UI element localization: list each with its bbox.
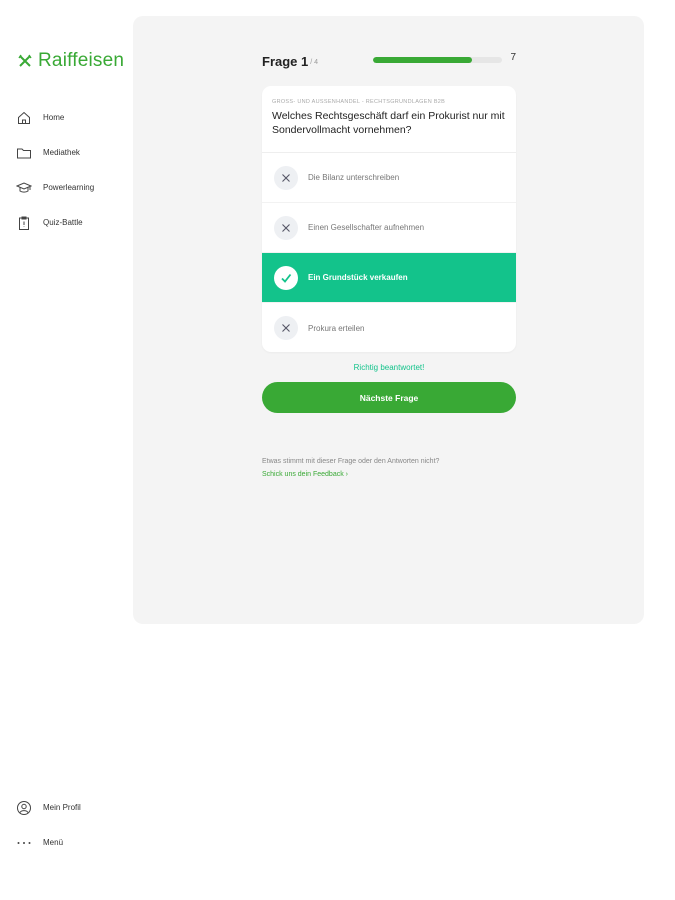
clipboard-icon xyxy=(19,216,29,230)
checkmark-icon xyxy=(274,265,298,290)
sidebar-item-label: Mediathek xyxy=(43,148,80,157)
x-icon xyxy=(274,215,298,240)
x-icon xyxy=(274,316,298,340)
sidebar-item-label: Powerlearning xyxy=(43,183,95,192)
graduation-cap-icon xyxy=(16,181,32,193)
home-icon xyxy=(18,111,30,124)
sidebar-item-profile[interactable]: Mein Profil xyxy=(16,790,81,825)
sidebar-item-powerlearning[interactable]: Powerlearning xyxy=(16,170,94,205)
sidebar-nav: Home Mediathek Powerlearning Quiz-Battle xyxy=(16,100,94,240)
answer-option[interactable]: Einen Gesellschafter aufnehmen xyxy=(262,203,516,253)
question-category: Gross- und Aussenhandel - Rechtsgrundlag… xyxy=(272,99,446,105)
sidebar-item-label: Quiz-Battle xyxy=(43,218,83,227)
sidebar-item-label: Home xyxy=(43,113,65,122)
question-counter: Frage 1 xyxy=(262,53,309,69)
more-dots-icon xyxy=(17,841,31,844)
sidebar-item-home[interactable]: Home xyxy=(16,100,94,135)
question-header: Gross- und Aussenhandel - Rechtsgrundlag… xyxy=(262,86,516,153)
answer-text: Einen Gesellschafter aufnehmen xyxy=(308,223,425,232)
score-value: 7 xyxy=(510,52,516,63)
quiz-panel: Frage 1 / 4 7 Gross- und Aussenhandel - … xyxy=(133,16,644,624)
sidebar-item-label: Menü xyxy=(43,838,64,847)
raiffeisen-logo-icon xyxy=(18,54,32,68)
sidebar-item-mediathek[interactable]: Mediathek xyxy=(16,135,94,170)
sidebar-item-menu[interactable]: Menü xyxy=(16,825,81,860)
question-card: Gross- und Aussenhandel - Rechtsgrundlag… xyxy=(262,86,516,352)
answer-option[interactable]: Die Bilanz unterschreiben xyxy=(262,153,516,203)
folder-icon xyxy=(17,148,31,158)
answer-text: Ein Grundstück verkaufen xyxy=(308,273,408,282)
question-total: / 4 xyxy=(310,59,319,66)
answer-option-correct[interactable]: Ein Grundstück verkaufen xyxy=(262,253,516,303)
quiz-progress-bar xyxy=(373,57,502,63)
answer-text: Prokura erteilen xyxy=(308,323,365,333)
brand-logo[interactable]: Raiffeisen xyxy=(18,50,124,72)
x-icon xyxy=(274,165,298,190)
quiz-header: Frage 1 / 4 7 xyxy=(262,51,516,71)
question-text: Welches Rechtsgeschäft darf ein Prokuris… xyxy=(272,110,505,136)
sidebar-item-label: Mein Profil xyxy=(43,803,81,812)
sidebar-bottom-nav: Mein Profil Menü xyxy=(16,790,81,860)
answer-option[interactable]: Prokura erteilen xyxy=(262,303,516,352)
feedback-link[interactable]: Schick uns dein Feedback › xyxy=(262,471,348,478)
brand-name: Raiffeisen xyxy=(38,50,125,71)
user-icon xyxy=(17,800,31,815)
sidebar-item-quiz-battle[interactable]: Quiz-Battle xyxy=(16,205,94,240)
result-message: Richtig beantwortet! xyxy=(353,363,425,372)
next-question-button[interactable]: Nächste Frage xyxy=(262,382,516,413)
feedback-prompt: Etwas stimmt mit dieser Frage oder den A… xyxy=(262,458,440,465)
quiz-progress-fill xyxy=(373,57,473,63)
answer-text: Die Bilanz unterschreiben xyxy=(308,173,400,182)
